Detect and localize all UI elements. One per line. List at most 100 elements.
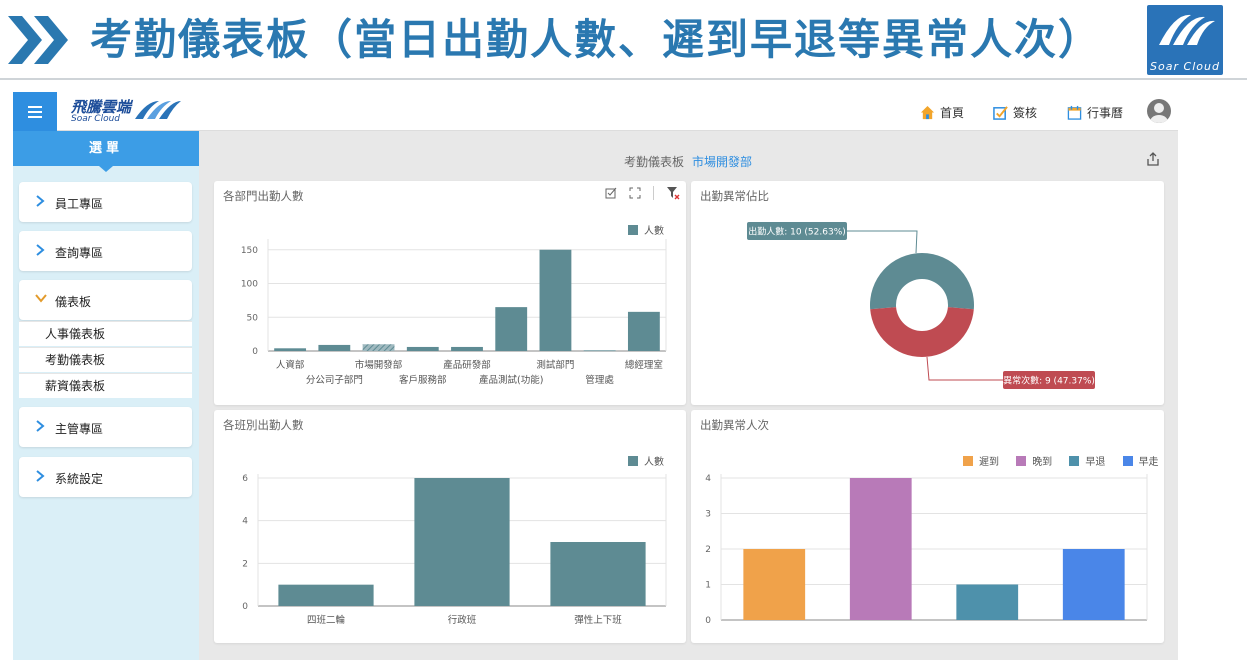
legend-label: 遲到 bbox=[979, 457, 999, 468]
dept-attendance-panel: 各部門出勤人數 人數 0 50 100 150 人資部 分公司子部門 市場開發部 客戶服務部 產… bbox=[214, 181, 686, 405]
bar bbox=[495, 307, 528, 351]
nav-calendar-label: 行事曆 bbox=[1087, 106, 1124, 120]
wing-logo-icon bbox=[1159, 14, 1215, 45]
sidebar-item-query[interactable]: 查詢專區 bbox=[19, 231, 192, 271]
hamburger-line bbox=[28, 106, 42, 108]
x-tick-label: 彈性上下班 bbox=[574, 614, 622, 626]
y-tick-label: 0 bbox=[242, 602, 248, 612]
panel-title: 出勤異常人次 bbox=[700, 418, 769, 432]
bar bbox=[583, 350, 616, 352]
bar bbox=[627, 311, 660, 351]
sign-check-icon bbox=[993, 106, 1008, 120]
y-tick-label: 0 bbox=[252, 347, 258, 357]
calendar-icon bbox=[1067, 105, 1082, 120]
legend-swatch bbox=[1016, 456, 1027, 466]
sidebar-item-label: 查詢專區 bbox=[55, 246, 104, 260]
sidebar-subitem-attendance-dashboard[interactable]: 考勤儀表板 bbox=[19, 347, 192, 372]
brand-swoosh-icon bbox=[135, 101, 181, 119]
y-tick-label: 4 bbox=[705, 474, 711, 484]
app-window: 飛騰雲端 Soar Cloud 首頁 簽核 行事曆 選單 員工專區 查詢專區 儀… bbox=[13, 92, 1178, 660]
toolbar-divider bbox=[653, 186, 654, 200]
bar bbox=[274, 348, 307, 351]
breadcrumb-page: 考勤儀表板 bbox=[624, 155, 685, 169]
home-icon bbox=[920, 105, 935, 120]
bar bbox=[414, 478, 510, 606]
legend-label: 晚到 bbox=[1032, 457, 1053, 468]
x-tick-label: 行政班 bbox=[448, 614, 477, 626]
nav-home-label: 首頁 bbox=[940, 106, 965, 120]
sidebar-subitem-hr-dashboard[interactable]: 人事儀表板 bbox=[19, 321, 192, 346]
y-tick-label: 50 bbox=[247, 313, 259, 323]
x-tick-label: 產品研發部 bbox=[443, 359, 491, 371]
x-tick-label: 客戶服務部 bbox=[399, 374, 447, 386]
bar bbox=[318, 344, 351, 351]
nav-sign-label: 簽核 bbox=[1013, 106, 1038, 120]
banner-divider bbox=[0, 78, 1247, 80]
chart-legend: 人數 bbox=[628, 453, 664, 468]
dept-bar-chart: 0 50 100 150 人資部分公司子部門 市場開發部客戶服務部 產品研發部產品測試(功能… bbox=[241, 239, 667, 386]
legend-label: 早走 bbox=[1138, 457, 1159, 468]
abnormal-count-panel: 出勤異常人次 遲到 晚到 早退 早走 0 1 2 3 4 bbox=[691, 410, 1164, 643]
donut-slice bbox=[870, 307, 974, 357]
sidebar-item-dashboard[interactable]: 儀表板 bbox=[19, 280, 192, 320]
breadcrumb: 考勤儀表板 市場開發部 bbox=[624, 153, 752, 170]
x-tick-label: 總經理室 bbox=[625, 359, 663, 371]
chevron-right-icon bbox=[36, 195, 45, 207]
x-tick-label: 四班二輪 bbox=[307, 614, 346, 626]
sidebar-item-employee[interactable]: 員工專區 bbox=[19, 182, 192, 222]
user-icon bbox=[1150, 103, 1168, 123]
legend-label: 人數 bbox=[644, 226, 664, 237]
x-tick-label: 人資部 bbox=[276, 359, 305, 371]
fullscreen-icon[interactable] bbox=[629, 187, 641, 199]
y-tick-label: 1 bbox=[705, 581, 711, 591]
y-tick-label: 4 bbox=[242, 517, 248, 527]
y-tick-label: 0 bbox=[705, 616, 711, 626]
x-tick-label: 產品測試(功能) bbox=[479, 374, 543, 386]
bar bbox=[278, 584, 374, 606]
chevron-right-icon bbox=[36, 470, 45, 482]
banner-title: 考勤儀表板（當日出勤人數、遲到早退等異常人次） bbox=[90, 15, 1103, 64]
logo-text: Soar Cloud bbox=[1150, 60, 1220, 73]
y-tick-label: 100 bbox=[241, 280, 258, 290]
sidebar-item-settings[interactable]: 系統設定 bbox=[19, 457, 192, 497]
double-chevron-icon bbox=[8, 16, 68, 64]
bar bbox=[743, 549, 806, 620]
share-icon[interactable] bbox=[1146, 152, 1160, 166]
chart-legend: 遲到 晚到 早退 早走 bbox=[963, 453, 1159, 468]
shift-bar-chart: 0 2 4 6 四班二輪 行政班 彈性上下班 bbox=[242, 474, 667, 626]
bar bbox=[1062, 549, 1125, 620]
legend-swatch bbox=[1122, 456, 1133, 466]
sidebar-item-label: 系統設定 bbox=[55, 472, 104, 486]
legend-label: 早退 bbox=[1085, 457, 1106, 468]
nav-calendar[interactable]: 行事曆 bbox=[1067, 104, 1123, 121]
soar-cloud-logo: Soar Cloud bbox=[1147, 5, 1223, 75]
data-view-icon[interactable] bbox=[605, 187, 617, 199]
sidebar-item-manager[interactable]: 主管專區 bbox=[19, 407, 192, 447]
chevron-right-icon bbox=[36, 420, 45, 432]
breadcrumb-department-link[interactable]: 市場開發部 bbox=[692, 155, 752, 169]
legend-swatch bbox=[1069, 456, 1080, 466]
hamburger-line bbox=[28, 116, 42, 118]
title-banner: 考勤儀表板（當日出勤人數、遲到早退等異常人次） Soar Cloud bbox=[0, 0, 1247, 80]
hamburger-menu-button[interactable] bbox=[13, 92, 57, 131]
bar bbox=[849, 478, 912, 620]
chart-toolbar bbox=[605, 186, 680, 200]
brand-subname: Soar Cloud bbox=[71, 114, 121, 124]
abnormal-ratio-donut-chart: 出勤人數: 10 (52.63%) 異常次數: 9 (47.37%) bbox=[747, 222, 1095, 389]
legend-label: 人數 bbox=[644, 457, 664, 468]
bar bbox=[406, 346, 439, 351]
data-label: 異常次數: 9 (47.37%) bbox=[1003, 375, 1095, 387]
sidebar-item-label: 員工專區 bbox=[55, 197, 104, 211]
sidebar-subitem-payroll-dashboard[interactable]: 薪資儀表板 bbox=[19, 373, 192, 398]
y-tick-label: 150 bbox=[241, 246, 258, 256]
x-tick-label: 測試部門 bbox=[536, 359, 574, 371]
bar bbox=[550, 542, 646, 606]
user-avatar[interactable] bbox=[1147, 99, 1171, 123]
nav-home[interactable]: 首頁 bbox=[920, 104, 964, 121]
nav-sign[interactable]: 簽核 bbox=[993, 104, 1037, 121]
sidebar-header: 選單 bbox=[13, 131, 199, 166]
clear-filter-icon[interactable] bbox=[666, 186, 680, 200]
legend-swatch bbox=[628, 225, 638, 235]
callout-line bbox=[926, 356, 1003, 381]
bar bbox=[956, 584, 1019, 620]
